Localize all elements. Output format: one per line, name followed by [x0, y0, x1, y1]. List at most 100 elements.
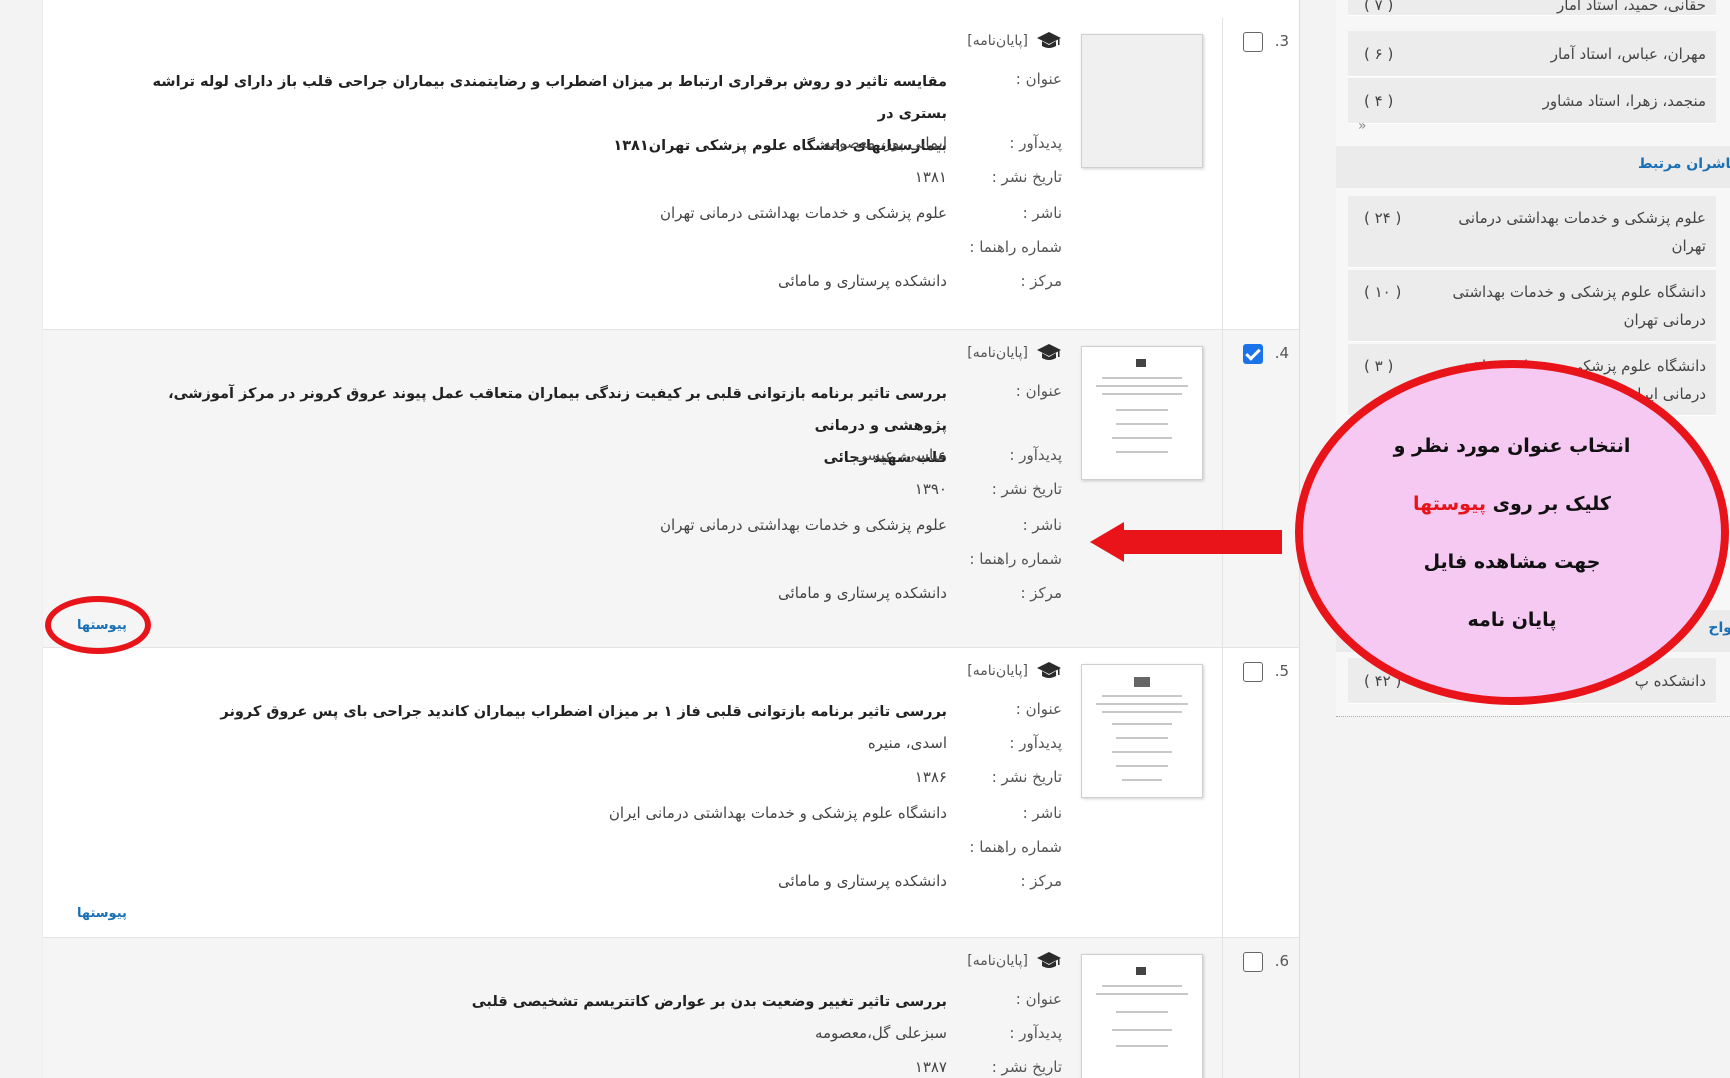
facet-count: ( ۶ )	[1364, 45, 1394, 63]
record-type-label: [پایان‌نامه]	[967, 953, 1028, 969]
facet-label: حقانی، حمید، استاد آمار	[1557, 0, 1706, 14]
date-value: ۱۳۹۰	[914, 480, 947, 498]
result-record: .4 [پایان‌نامه] عنوان : بررسی تاثیر برنا…	[43, 330, 1299, 648]
annotation-callout-text: انتخاب عنوان مورد نظر و کلیک بر روی پیوس…	[1295, 360, 1729, 705]
facet-count: ( ۲۴ )	[1364, 209, 1402, 227]
facet-item-advisor[interactable]: منجمد، زهرا، استاد مشاور ( ۴ )	[1348, 78, 1716, 124]
publisher-value: علوم پزشکی و خدمات بهداشتی درمانی تهران	[660, 204, 947, 222]
title-line: قلب شهید رجائی	[823, 450, 947, 466]
record-type-label: [پایان‌نامه]	[967, 345, 1028, 361]
divider	[1222, 938, 1223, 1078]
date-field-label: تاریخ نشر :	[991, 1058, 1062, 1076]
facet-heading-publishers: ناشران مرتبط	[1336, 146, 1730, 188]
facet-label: علوم پزشکی و خدمات بهداشتی درمانی	[1458, 209, 1706, 227]
creator-field-label: پدیدآور :	[1009, 134, 1062, 152]
thumbnail[interactable]	[1081, 954, 1203, 1078]
facet-item-publisher[interactable]: دانشگاه علوم پزشکی و خدمات بهداشتی درمان…	[1348, 270, 1716, 342]
facet-count: ( ۴ )	[1364, 92, 1394, 110]
graduation-cap-icon	[1036, 30, 1062, 52]
graduation-cap-icon	[1036, 342, 1062, 364]
guide-field-label: شماره راهنما :	[969, 238, 1062, 256]
publisher-value: علوم پزشکی و خدمات بهداشتی درمانی تهران	[660, 516, 947, 534]
record-type-label: [پایان‌نامه]	[967, 663, 1028, 679]
thumbnail[interactable]	[1081, 664, 1203, 798]
facet-item-publisher[interactable]: علوم پزشکی و خدمات بهداشتی درمانی تهران …	[1348, 196, 1716, 268]
graduation-cap-icon	[1036, 950, 1062, 972]
facet-label: دانشگاه علوم پزشکی و خدمات بهداشتی	[1452, 283, 1706, 301]
record-title[interactable]: بررسی تاثیر برنامه بازتوانی قلبی بر کیفی…	[117, 378, 947, 474]
creator-field-label: پدیدآور :	[1009, 1024, 1062, 1042]
facet-label: درمانی تهران	[1623, 311, 1706, 329]
facet-item-advisor[interactable]: حقانی، حمید، استاد آمار ( ۷ )	[1348, 0, 1716, 16]
select-checkbox[interactable]	[1243, 662, 1263, 682]
divider	[1222, 330, 1223, 647]
attachments-link[interactable]: پیوستها	[77, 906, 127, 921]
creator-field-label: پدیدآور :	[1009, 446, 1062, 464]
record-number: .6	[1274, 952, 1289, 970]
record-number: .5	[1274, 662, 1289, 680]
record-number: .3	[1274, 32, 1289, 50]
graduation-cap-icon	[1036, 660, 1062, 682]
center-field-label: مرکز :	[1020, 872, 1062, 890]
chevron-double-down-icon[interactable]: »	[1358, 118, 1367, 134]
publisher-field-label: ناشر :	[1022, 204, 1062, 222]
center-value: دانشکده پرستاری و مامائی	[778, 272, 947, 290]
record-type: [پایان‌نامه]	[967, 660, 1062, 682]
callout-highlight: پیوستها	[1413, 492, 1486, 515]
title-line: بررسی تاثیر تغییر وضعیت بدن بر عوارض کات…	[471, 994, 947, 1010]
publisher-value: دانشگاه علوم پزشکی و خدمات بهداشتی درمان…	[608, 804, 947, 822]
center-value: دانشکده پرستاری و مامائی	[778, 872, 947, 890]
thumb-logo	[1136, 967, 1146, 975]
title-line: بررسی تاثیر برنامه بازتوانی قلبی بر کیفی…	[168, 386, 947, 434]
creator-value: عباسی، عیسی	[854, 446, 947, 464]
record-number: .4	[1274, 344, 1289, 362]
facet-count: ( ۱۰ )	[1364, 283, 1402, 301]
title-field-label: عنوان :	[1015, 990, 1062, 1008]
facet-count: ( ۷ )	[1364, 0, 1394, 14]
divider	[1222, 648, 1223, 937]
facet-label: منجمد، زهرا، استاد مشاور	[1542, 92, 1706, 110]
center-value: دانشکده پرستاری و مامائی	[778, 584, 947, 602]
guide-field-label: شماره راهنما :	[969, 550, 1062, 568]
date-field-label: تاریخ نشر :	[991, 480, 1062, 498]
annotation-arrow-head	[1090, 522, 1124, 562]
result-record: .6 [پایان‌نامه] عنوان : بررسی تاثیر تغیی…	[43, 938, 1299, 1078]
title-line: بررسی تاثیر برنامه بازتوانی قلبی فاز ۱ ب…	[220, 704, 947, 720]
result-record: .3 [پایان‌نامه] عنوان : مقایسه تاثیر دو …	[43, 18, 1299, 330]
annotation-arrow	[1114, 530, 1282, 554]
thumb-logo	[1134, 677, 1150, 687]
record-title[interactable]: بررسی تاثیر تغییر وضعیت بدن بر عوارض کات…	[117, 986, 947, 1018]
guide-field-label: شماره راهنما :	[969, 838, 1062, 856]
title-field-label: عنوان :	[1015, 70, 1062, 88]
publisher-field-label: ناشر :	[1022, 804, 1062, 822]
record-title[interactable]: بررسی تاثیر برنامه بازتوانی قلبی فاز ۱ ب…	[117, 696, 947, 728]
record-type: [پایان‌نامه]	[967, 30, 1062, 52]
date-value: ۱۳۸۶	[914, 768, 947, 786]
creator-value: سبزعلی گل،معصومه	[814, 1024, 947, 1042]
creator-value: ایمانی پور، معصومه	[823, 134, 947, 152]
creator-value: اسدی، منیره	[867, 734, 947, 752]
callout-line: کلیک بر روی پیوستها	[1413, 475, 1611, 533]
date-value: ۱۳۸۷	[914, 1058, 947, 1076]
record-type-label: [پایان‌نامه]	[967, 33, 1028, 49]
record-type: [پایان‌نامه]	[967, 342, 1062, 364]
record-type: [پایان‌نامه]	[967, 950, 1062, 972]
center-field-label: مرکز :	[1020, 272, 1062, 290]
facet-item-advisor[interactable]: مهران، عباس، استاد آمار ( ۶ )	[1348, 31, 1716, 77]
select-checkbox[interactable]	[1243, 952, 1263, 972]
title-line: مقایسه تاثیر دو روش برقراری ارتباط بر می…	[152, 74, 947, 122]
publisher-field-label: ناشر :	[1022, 516, 1062, 534]
center-field-label: مرکز :	[1020, 584, 1062, 602]
annotation-circle	[45, 596, 151, 654]
result-record: .5 [پایان‌نامه] عنوان : بررسی تاثیر برنا…	[43, 648, 1299, 938]
title-field-label: عنوان :	[1015, 700, 1062, 718]
select-checkbox[interactable]	[1243, 32, 1263, 52]
select-checkbox[interactable]	[1243, 344, 1263, 364]
callout-line: جهت مشاهده فایل	[1423, 550, 1601, 573]
date-value: ۱۳۸۱	[914, 168, 947, 186]
thumbnail[interactable]	[1081, 346, 1203, 480]
date-field-label: تاریخ نشر :	[991, 768, 1062, 786]
thumb-logo	[1136, 359, 1146, 367]
thumbnail[interactable]	[1081, 34, 1203, 168]
callout-line: انتخاب عنوان مورد نظر و	[1393, 434, 1631, 457]
